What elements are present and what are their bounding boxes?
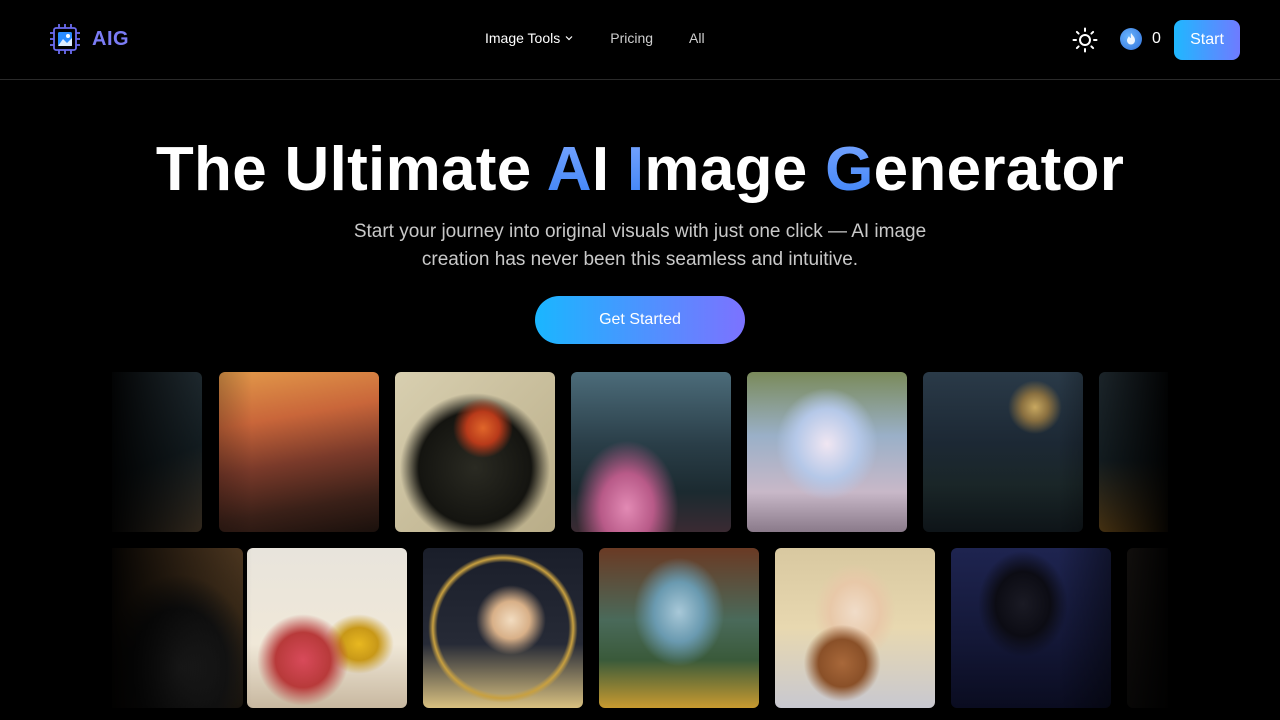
nav-image-tools[interactable]: Image Tools bbox=[485, 30, 574, 46]
elf-girl-image[interactable] bbox=[747, 372, 907, 532]
castle-lake-image[interactable] bbox=[923, 372, 1083, 532]
hero-subtitle: Start your journey into original visuals… bbox=[353, 221, 927, 270]
cyber-soldier-image[interactable] bbox=[395, 372, 555, 532]
logo[interactable]: AIG bbox=[48, 22, 129, 56]
night-scene-image[interactable] bbox=[1099, 372, 1168, 532]
title-part-7: enerator bbox=[873, 135, 1125, 204]
title-part-6: G bbox=[825, 135, 874, 204]
donut-girl-image[interactable] bbox=[775, 548, 935, 708]
pagoda-city-image[interactable] bbox=[571, 372, 731, 532]
sunset-street-image[interactable] bbox=[219, 372, 379, 532]
nav-all[interactable]: All bbox=[689, 30, 705, 46]
title-part-4: I bbox=[626, 135, 645, 204]
hooded-woman-image[interactable] bbox=[423, 548, 583, 708]
dark-image[interactable] bbox=[1127, 548, 1168, 708]
start-button[interactable]: Start bbox=[1174, 20, 1240, 60]
title-part-2: A bbox=[546, 135, 592, 204]
top-nav: AIG Image Tools Pricing All 0 Start bbox=[0, 0, 1280, 80]
credits-display[interactable]: 0 bbox=[1120, 28, 1161, 50]
flame-icon bbox=[1120, 28, 1142, 50]
title-part-1: The Ultimate bbox=[155, 135, 547, 204]
nav-pricing-label: Pricing bbox=[610, 30, 654, 46]
logo-text: AIG bbox=[92, 27, 130, 50]
hero-title: The Ultimate AI Image Generator bbox=[0, 134, 1280, 205]
nav-image-tools-label: Image Tools bbox=[485, 30, 561, 46]
street-image[interactable] bbox=[112, 372, 202, 532]
nav-all-label: All bbox=[689, 30, 705, 46]
chevron-down-icon bbox=[565, 36, 573, 41]
car-image[interactable] bbox=[112, 548, 243, 708]
nav-links: Image Tools Pricing All bbox=[485, 30, 705, 46]
sun-icon[interactable] bbox=[1072, 27, 1098, 53]
chip-image-icon bbox=[50, 24, 80, 54]
credits-count: 0 bbox=[1152, 30, 1161, 47]
nav-pricing[interactable]: Pricing bbox=[610, 30, 653, 46]
gallery-row-1 bbox=[112, 372, 1168, 532]
canyon-image[interactable] bbox=[599, 548, 759, 708]
title-part-5: mage bbox=[644, 135, 826, 204]
gallery-row-2 bbox=[112, 548, 1168, 708]
image-gallery bbox=[112, 372, 1168, 720]
title-part-3: I bbox=[591, 135, 627, 204]
get-started-button[interactable]: Get Started bbox=[535, 296, 745, 344]
dark-figure-image[interactable] bbox=[951, 548, 1111, 708]
excavator-fruit-image[interactable] bbox=[247, 548, 407, 708]
